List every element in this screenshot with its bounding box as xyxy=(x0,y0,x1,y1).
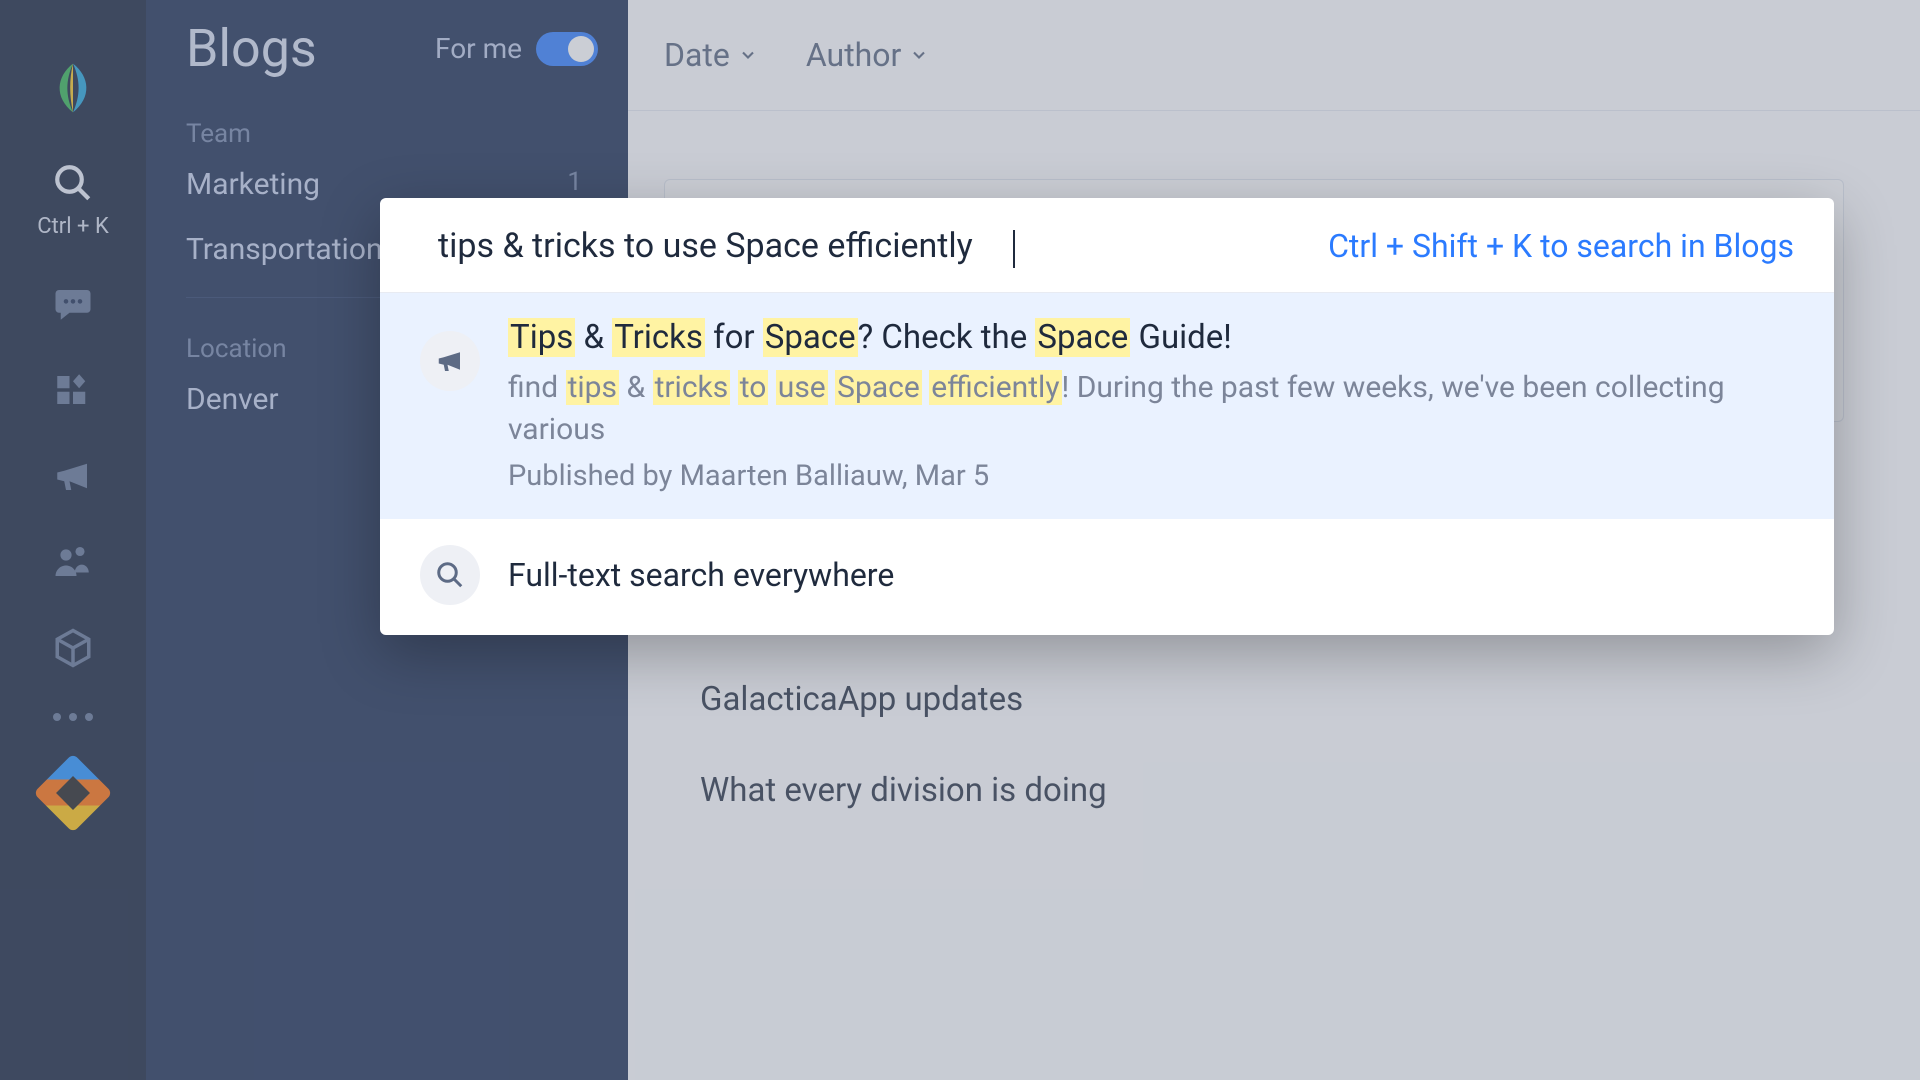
result-snippet: find tips & tricks to use Space efficien… xyxy=(508,367,1794,451)
fts-label: Full-text search everywhere xyxy=(508,556,894,594)
palette-hint[interactable]: Ctrl + Shift + K to search in Blogs xyxy=(1328,227,1794,265)
palette-input-row: tips & tricks to use Space efficiently C… xyxy=(380,198,1834,293)
palette-input-text: tips & tricks to use Space efficiently xyxy=(438,226,1013,266)
palette-input-wrap[interactable]: tips & tricks to use Space efficiently xyxy=(438,226,1328,266)
text-caret-icon xyxy=(1013,230,1015,268)
search-icon xyxy=(435,560,465,590)
fts-icon-wrap xyxy=(420,545,480,605)
result-title: Tips & Tricks for Space? Check the Space… xyxy=(508,315,1794,361)
palette-full-text-search[interactable]: Full-text search everywhere xyxy=(380,519,1834,635)
result-meta: Published by Maarten Balliauw, Mar 5 xyxy=(508,459,1794,493)
command-palette: tips & tricks to use Space efficiently C… xyxy=(380,198,1834,635)
result-type-icon-wrap xyxy=(420,331,480,391)
megaphone-icon xyxy=(435,346,465,376)
palette-result-item[interactable]: Tips & Tricks for Space? Check the Space… xyxy=(380,293,1834,519)
